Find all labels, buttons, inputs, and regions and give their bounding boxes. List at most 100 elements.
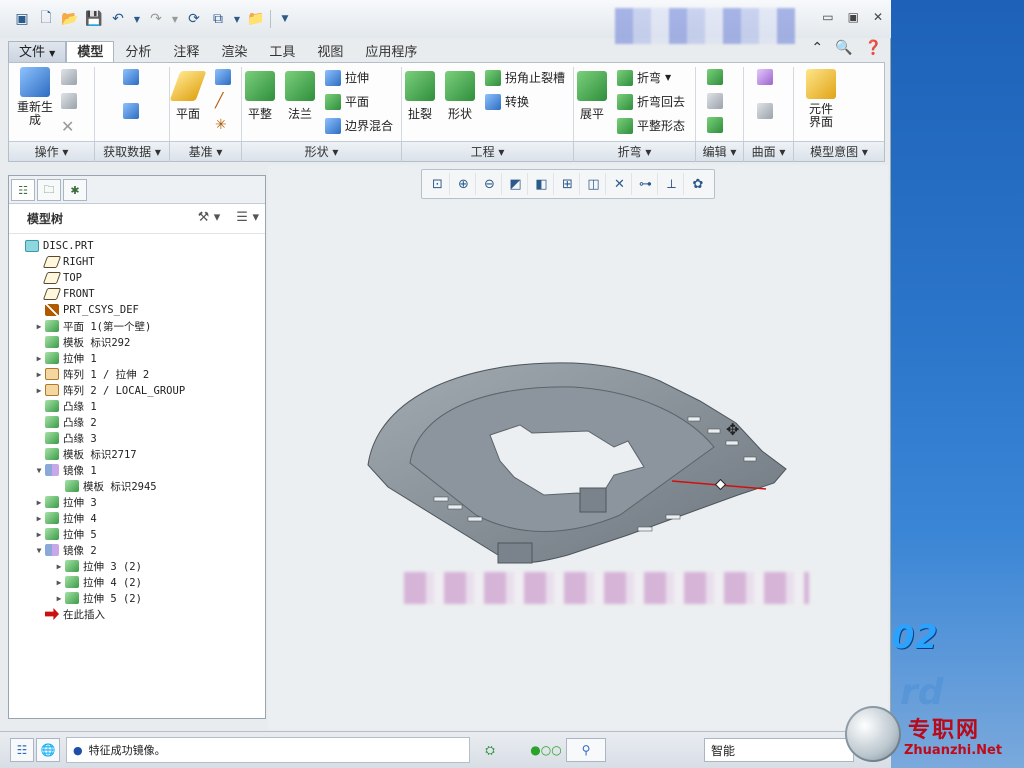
tab-annotate[interactable]: 注释 [162,41,210,63]
group-model-intent[interactable]: 模型意图 ▾ [794,142,884,162]
regen-status-icon[interactable]: ⛭ [478,738,502,762]
expand-toggle-icon[interactable]: ▶ [53,578,65,587]
tree-node[interactable]: datum-plane-iconRIGHT [9,254,265,270]
tree-node[interactable]: ▶feature-icon 平面 1(第一个壁) [9,318,265,334]
find-icon[interactable]: ⚲ [566,738,606,762]
edit-tool-2-button[interactable] [707,93,723,109]
edit-tool-1-button[interactable] [707,69,723,85]
copy-button[interactable] [61,69,77,85]
tree-node[interactable]: feature-icon 模板 标识2945 [9,478,265,494]
expand-toggle-icon[interactable]: ▶ [33,386,45,395]
tab-file[interactable]: 文件 ▼ [8,41,67,63]
planar-button[interactable]: 平面 [325,93,369,110]
flat-wall-button[interactable]: 平整 [245,71,275,122]
show-browser-icon[interactable]: 🌐 [36,738,60,762]
graphics-window[interactable]: ⊡ ⊕ ⊖ ◩ ◧ ⊞ ◫ ✕ ⊶ ⟂ ✿ ✥ [268,165,888,730]
tree-node[interactable]: feature-icon 凸缘 1 [9,398,265,414]
tab-applications[interactable]: 应用程序 [354,41,428,63]
tree-node[interactable]: ▶feature-icon 拉伸 4 (2) [9,574,265,590]
user-defined-feature-button[interactable] [123,69,139,85]
tree-node[interactable]: datum-plane-iconFRONT [9,286,265,302]
tree-node[interactable]: ▶feature-icon 拉伸 3 (2) [9,558,265,574]
component-interface-button[interactable]: 元件界面 [805,69,837,129]
tab-model[interactable]: 模型 [66,41,115,63]
undo-icon[interactable]: ↶ [108,9,128,29]
redo-dropdown-icon[interactable]: ▼ [170,9,180,29]
tree-node[interactable]: feature-icon 模板 标识2717 [9,446,265,462]
sketch-curve-button[interactable] [215,69,231,85]
expand-toggle-icon[interactable]: ▼ [33,466,45,475]
expand-toggle-icon[interactable]: ▶ [33,370,45,379]
tree-node[interactable]: feature-icon 凸缘 2 [9,414,265,430]
datum-axis-button[interactable]: ╱ [215,93,223,109]
undo-dropdown-icon[interactable]: ▼ [132,9,142,29]
windows-icon[interactable]: ⧉ [208,9,228,29]
close-icon[interactable]: ✕ [873,10,883,24]
model-tree-tab-icon[interactable]: ☷ [11,179,35,201]
tab-render[interactable]: 渲染 [210,41,258,63]
surface-tool-1-button[interactable] [757,69,773,85]
rip-button[interactable]: 扯裂 [405,71,435,122]
tree-node[interactable]: ▶feature-icon 拉伸 1 [9,350,265,366]
expand-toggle-icon[interactable]: ▶ [33,322,45,331]
open-folder-icon[interactable]: 📂 [60,9,80,29]
form-button[interactable]: 形状 [445,71,475,122]
convert-button[interactable]: 转换 [485,93,529,110]
expand-toggle-icon[interactable]: ▶ [53,594,65,603]
surface-tool-2-button[interactable] [757,103,773,119]
tree-node[interactable]: ▶pattern-icon 阵列 2 / LOCAL_GROUP [9,382,265,398]
tree-node[interactable]: csys-icon PRT_CSYS_DEF [9,302,265,318]
flatten-button[interactable]: 平整形态 [617,117,685,134]
tree-node[interactable]: insert-here-icon 在此插入 [9,606,265,622]
app-icon[interactable]: ▣ [12,9,32,29]
bend-back-button[interactable]: 折弯回去 [617,93,685,110]
bend-button[interactable]: 折弯 ▼ [617,69,671,86]
expand-toggle-icon[interactable]: ▶ [53,562,65,571]
extrude-button[interactable]: 拉伸 [325,69,369,86]
group-shapes[interactable]: 形状 ▾ [242,142,402,162]
expand-toggle-icon[interactable]: ▼ [33,546,45,555]
folder-browser-tab-icon[interactable]: 🗀 [37,179,61,201]
tree-node[interactable]: ▶feature-icon 拉伸 5 [9,526,265,542]
flange-button[interactable]: 法兰 [285,71,315,122]
tree-node[interactable]: ▶feature-icon 拉伸 5 (2) [9,590,265,606]
group-datum[interactable]: 基准 ▾ [170,142,242,162]
tree-node[interactable]: feature-icon 模板 标识292 [9,334,265,350]
delete-button[interactable]: ✕ [61,117,74,136]
redo-icon[interactable]: ↷ [146,9,166,29]
sheetmetal-part-model[interactable]: ✥ [268,165,888,730]
edit-tool-3-button[interactable] [707,117,723,133]
tree-node[interactable]: ▶feature-icon 拉伸 4 [9,510,265,526]
regenerate-icon[interactable]: ⟳ [184,9,204,29]
datum-plane-button[interactable]: 平面 [169,71,207,122]
csys-button[interactable]: ✳ [215,117,227,133]
search-icon[interactable]: 🔍 [835,40,852,56]
paste-button[interactable] [61,93,77,109]
tree-node[interactable]: ▼mirror-icon 镜像 1 [9,462,265,478]
new-file-icon[interactable]: 🗋 [36,9,56,29]
save-icon[interactable]: 💾 [84,9,104,29]
tree-node[interactable]: ▼mirror-icon 镜像 2 [9,542,265,558]
expand-toggle-icon[interactable]: ▶ [33,354,45,363]
tab-tools[interactable]: 工具 [258,41,306,63]
tree-node[interactable]: ▶pattern-icon 阵列 1 / 拉伸 2 [9,366,265,382]
boundary-blend-button[interactable]: 边界混合 [325,117,393,134]
tree-node[interactable]: datum-plane-iconTOP [9,270,265,286]
group-operations[interactable]: 操作 ▾ [9,142,95,162]
show-navigator-icon[interactable]: ☷ [10,738,34,762]
group-edit[interactable]: 编辑 ▾ [696,142,744,162]
group-surfaces[interactable]: 曲面 ▾ [744,142,794,162]
tree-node[interactable]: ▶feature-icon 拉伸 3 [9,494,265,510]
tree-node[interactable]: feature-icon 凸缘 3 [9,430,265,446]
minimize-icon[interactable]: ▭ [822,10,833,24]
tab-analysis[interactable]: 分析 [114,41,162,63]
copy-geometry-button[interactable] [123,103,139,119]
group-engineering[interactable]: 工程 ▾ [402,142,574,162]
group-bends[interactable]: 折弯 ▾ [574,142,696,162]
close-window-icon[interactable]: 📁 [246,9,266,29]
corner-relief-button[interactable]: 拐角止裂槽 [485,69,565,86]
selection-filter[interactable]: 智能 [704,738,854,762]
expand-toggle-icon[interactable]: ▶ [33,514,45,523]
group-get-data[interactable]: 获取数据 ▾ [95,142,170,162]
expand-toggle-icon[interactable]: ▶ [33,498,45,507]
